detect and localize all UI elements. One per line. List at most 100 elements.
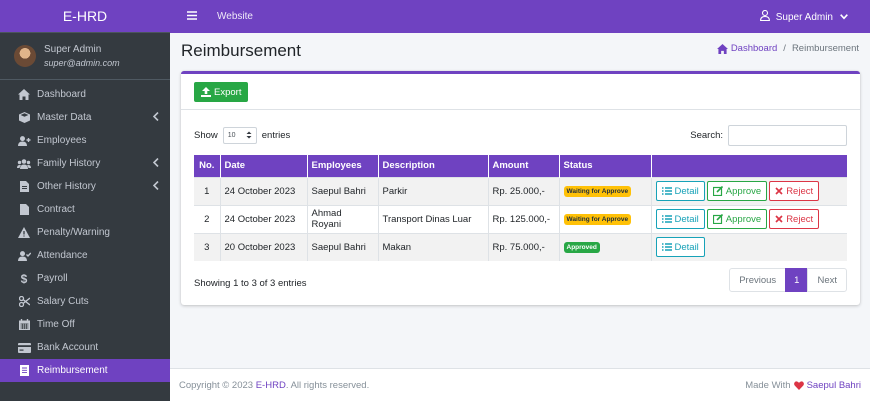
sidebar-item-attendance[interactable]: Attendance: [0, 244, 170, 267]
export-button[interactable]: Export: [194, 82, 249, 102]
copyright-suffix: . All rights reserved.: [285, 379, 370, 391]
file-icon: [17, 181, 31, 192]
user-check-icon: [17, 250, 31, 261]
scissors-icon: [17, 296, 31, 307]
sidebar-item-penalty-warning[interactable]: Penalty/Warning: [0, 221, 170, 244]
cell-date: 24 October 2023: [220, 176, 308, 205]
entries-select-value: 10: [227, 132, 236, 139]
cell-actions: Detail Approve Reject: [651, 204, 847, 233]
edit-icon: [712, 186, 726, 196]
cell-amount: Rp. 25.000,-: [488, 176, 560, 205]
search-label: Search:: [690, 130, 723, 141]
user-panel[interactable]: Super Admin super@admin.com: [0, 33, 170, 80]
reject-button[interactable]: Reject: [769, 209, 820, 229]
copyright-prefix: Copyright © 2023: [179, 379, 254, 391]
breadcrumb-home-link[interactable]: Dashboard: [716, 43, 778, 54]
users-icon: [17, 158, 31, 169]
pagination: Previous 1 Next: [729, 268, 847, 292]
sidebar-item-label: Reimbursement: [37, 365, 108, 376]
column-header-amount[interactable]: Amount: [488, 155, 560, 177]
sidebar-item-label: Attendance: [37, 250, 88, 261]
sidebar-item-label: Dashboard: [37, 89, 86, 100]
status-badge: Approved: [563, 242, 600, 254]
sidebar-item-master-data[interactable]: Master Data: [0, 106, 170, 129]
menu-toggle-icon[interactable]: [187, 10, 197, 23]
footer: Copyright © 2023 E-HRD. All rights reser…: [170, 368, 870, 401]
pagination-page-1[interactable]: 1: [785, 268, 809, 292]
column-header-description[interactable]: Description: [378, 155, 489, 177]
cell-status: Approved: [559, 232, 652, 261]
sidebar-item-dashboard[interactable]: Dashboard: [0, 83, 170, 106]
cell-description: Parkir: [378, 176, 489, 205]
column-header-date[interactable]: Date: [220, 155, 308, 177]
made-with: Made With Saepul Bahri: [745, 380, 861, 391]
brand-logo[interactable]: E-HRD: [0, 0, 170, 33]
table-row: 3 20 October 2023 Saepul Bahri Makan Rp.…: [194, 232, 847, 261]
entries-select[interactable]: 10: [222, 127, 257, 144]
avatar: [14, 45, 36, 67]
breadcrumb-home-label: Dashboard: [730, 43, 778, 54]
chevron-left-icon: [152, 157, 159, 170]
home-icon: [17, 89, 31, 100]
cell-employee: Saepul Bahri: [307, 176, 379, 205]
approve-label: Approve: [725, 213, 762, 225]
reject-label: Reject: [786, 213, 814, 225]
sidebar-item-salary-cuts[interactable]: Salary Cuts: [0, 290, 170, 313]
sidebar-item-other-history[interactable]: Other History: [0, 175, 170, 198]
sidebar-item-bank-account[interactable]: Bank Account: [0, 336, 170, 359]
copyright-brand-link[interactable]: E-HRD: [256, 380, 286, 391]
card-header: Export: [181, 74, 860, 110]
close-icon: [775, 187, 786, 195]
sidebar-item-label: Other History: [37, 181, 96, 192]
list-icon: [661, 243, 675, 251]
column-header-status[interactable]: Status: [559, 155, 652, 177]
column-header-actions: [651, 155, 847, 177]
main-content: Reimbursement Dashboard / Reimbursement …: [170, 33, 870, 368]
made-with-label: Made With: [745, 379, 791, 391]
cell-employee: Ahmad Royani: [307, 204, 379, 233]
sidebar-item-family-history[interactable]: Family History: [0, 152, 170, 175]
search-input[interactable]: [728, 125, 847, 146]
user-icon: [759, 9, 776, 24]
sidebar-item-label: Master Data: [37, 112, 92, 123]
list-icon: [661, 187, 675, 195]
sidebar-item-employees[interactable]: Employees: [0, 129, 170, 152]
detail-button[interactable]: Detail: [655, 209, 705, 229]
reimbursement-table: No. Date Employees Description Amount St…: [194, 155, 847, 261]
page-title: Reimbursement: [181, 41, 301, 60]
sidebar-item-reimbursement[interactable]: Reimbursement: [0, 359, 170, 382]
sidebar-item-contract[interactable]: Contract: [0, 198, 170, 221]
author-link[interactable]: Saepul Bahri: [807, 380, 861, 391]
detail-label: Detail: [674, 185, 699, 197]
show-label: Show: [194, 130, 218, 141]
export-label: Export: [214, 86, 242, 98]
table-row: 1 24 October 2023 Saepul Bahri Parkir Rp…: [194, 176, 847, 205]
table-info: Showing 1 to 3 of 3 entries: [194, 278, 307, 289]
pagination-next[interactable]: Next: [807, 268, 847, 292]
column-header-no[interactable]: No.: [194, 155, 221, 177]
copyright: Copyright © 2023 E-HRD. All rights reser…: [179, 380, 369, 391]
approve-button[interactable]: Approve: [706, 209, 768, 229]
reject-button[interactable]: Reject: [769, 181, 820, 201]
pagination-previous[interactable]: Previous: [729, 268, 787, 292]
cell-description: Transport Dinas Luar: [378, 204, 489, 233]
file-icon: [17, 204, 31, 215]
sidebar-item-time-off[interactable]: Time Off: [0, 313, 170, 336]
website-link[interactable]: Website: [217, 11, 253, 22]
sidebar-item-payroll[interactable]: $ Payroll: [0, 267, 170, 290]
cube-icon: [17, 112, 31, 123]
detail-button[interactable]: Detail: [655, 237, 705, 258]
detail-label: Detail: [674, 241, 699, 253]
heart-icon: [791, 380, 807, 390]
user-plus-icon: [17, 135, 31, 146]
entries-label: entries: [261, 130, 291, 141]
sort-icon: [246, 131, 252, 141]
user-dropdown[interactable]: Super Admin: [759, 9, 854, 24]
cell-date: 20 October 2023: [220, 232, 308, 261]
sidebar-nav: Dashboard Master Data Employees Family H…: [0, 80, 170, 382]
detail-button[interactable]: Detail: [655, 181, 705, 201]
cell-date: 24 October 2023: [220, 204, 308, 233]
detail-label: Detail: [674, 213, 699, 225]
approve-button[interactable]: Approve: [706, 181, 768, 201]
column-header-employees[interactable]: Employees: [307, 155, 379, 177]
